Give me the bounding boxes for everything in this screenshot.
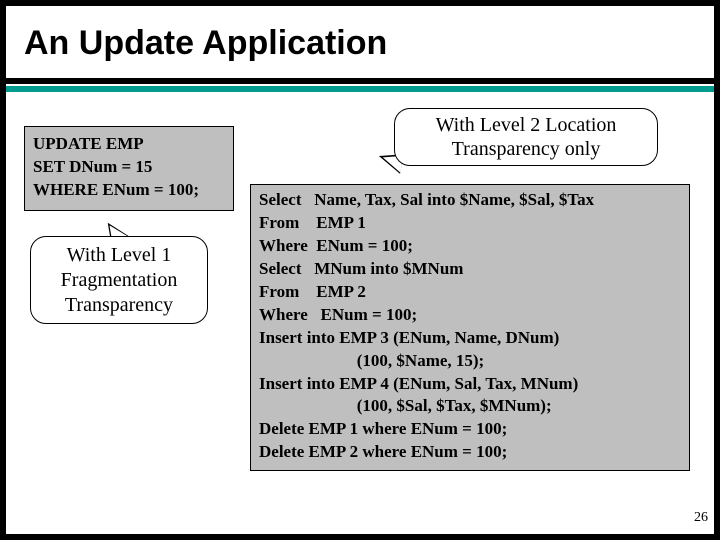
slide: An Update Application UPDATE EMP SET DNu…: [6, 6, 714, 534]
code-box-level2: Select Name, Tax, Sal into $Name, $Sal, …: [250, 184, 690, 471]
divider-teal: [6, 86, 714, 92]
page-number: 26: [694, 510, 708, 526]
callout-level1: With Level 1 Fragmentation Transparency: [30, 236, 208, 324]
callout-level1-text: With Level 1 Fragmentation Transparency: [61, 243, 178, 318]
callout-level2-text: With Level 2 Location Transparency only: [436, 113, 617, 161]
slide-title: An Update Application: [24, 24, 387, 63]
divider-dark: [6, 78, 714, 84]
callout-level2: With Level 2 Location Transparency only: [394, 108, 658, 166]
code-box-level1: UPDATE EMP SET DNum = 15 WHERE ENum = 10…: [24, 126, 234, 211]
